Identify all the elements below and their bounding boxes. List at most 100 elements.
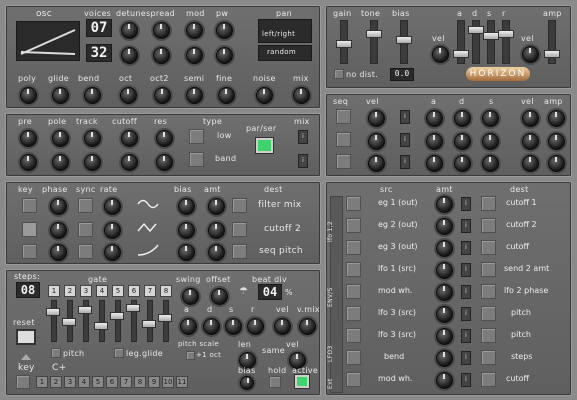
mod-row-1-src[interactable]: eg 1 (out)	[378, 198, 418, 207]
type-low-box[interactable]	[189, 129, 204, 144]
oct2-knob[interactable]	[154, 87, 171, 104]
mod-row-9-dest[interactable]: cutoff	[506, 374, 529, 383]
mix-knob[interactable]	[293, 87, 310, 104]
key-button-10[interactable]: 10	[162, 376, 174, 388]
env2-s-knob[interactable]	[482, 133, 499, 150]
env3-d-knob[interactable]	[454, 155, 471, 172]
mod-row-7-amt-knob[interactable]	[436, 328, 453, 345]
seq-bias-knob[interactable]	[240, 376, 254, 390]
filter-mix-button-2[interactable]: i	[298, 154, 308, 168]
bias-value-display[interactable]: 0.0	[390, 68, 414, 81]
mod-row-7-button[interactable]: i	[461, 329, 471, 343]
lfo1-key-box[interactable]	[22, 198, 37, 213]
spread-knob[interactable]	[153, 22, 170, 39]
decay-slider-cap[interactable]	[468, 26, 484, 34]
key-button-3[interactable]: 3	[64, 376, 76, 388]
seq-r-knob[interactable]	[247, 318, 264, 335]
mod-row-2-src-box[interactable]	[346, 218, 361, 233]
cutoff2-knob[interactable]	[121, 154, 138, 171]
mod-row-2-src[interactable]: eg 2 (out)	[378, 220, 418, 229]
mod-row-6-src-box[interactable]	[346, 306, 361, 321]
mod-row-1-button[interactable]: i	[461, 197, 471, 211]
cutoff-knob[interactable]	[121, 130, 138, 147]
lfo1-dest-text[interactable]: filter mix	[258, 200, 301, 210]
mod2-knob[interactable]	[186, 47, 203, 64]
gate-slider-5-cap[interactable]	[110, 312, 124, 320]
seq-vel-knob[interactable]	[274, 318, 291, 335]
gate-slider-8-cap[interactable]	[158, 314, 172, 322]
lfo-wave-sine-icon[interactable]	[136, 196, 160, 215]
detune2-knob[interactable]	[121, 47, 138, 64]
lfo-wave-triangle-icon[interactable]	[136, 220, 160, 239]
mod-row-8-dest-box[interactable]	[481, 350, 496, 365]
lfo3-bias-knob[interactable]	[178, 244, 195, 261]
seq-d-knob[interactable]	[203, 318, 220, 335]
glide-knob[interactable]	[52, 87, 69, 104]
mod-row-2-dest[interactable]: cutoff 2	[506, 220, 537, 229]
env2-button[interactable]: i	[400, 133, 410, 147]
mod-row-5-amt-knob[interactable]	[436, 284, 453, 301]
mod-row-5-src-box[interactable]	[346, 284, 361, 299]
reset-button[interactable]	[16, 329, 36, 345]
mod-row-6-src[interactable]: lfo 3 (src)	[378, 308, 416, 317]
mod-row-4-amt-knob[interactable]	[436, 262, 453, 279]
amp-slider-cap[interactable]	[544, 50, 560, 58]
lfo3-rate-knob[interactable]	[104, 244, 121, 261]
env1-a-knob[interactable]	[426, 110, 443, 127]
env-seq-box-1[interactable]	[336, 109, 351, 124]
gate-slider-5[interactable]	[115, 300, 121, 342]
lfo3-sync-box[interactable]	[78, 244, 93, 259]
key-button-11[interactable]: 11	[176, 376, 188, 388]
mod-row-9-src-box[interactable]	[346, 372, 361, 387]
track-knob[interactable]	[84, 130, 101, 147]
pole2-knob[interactable]	[52, 154, 69, 171]
mod-row-8-button[interactable]: i	[461, 351, 471, 365]
res2-knob[interactable]	[156, 154, 173, 171]
mod-row-8-src-box[interactable]	[346, 350, 361, 365]
step-button-2[interactable]: 2	[64, 285, 76, 297]
mod-row-1-dest[interactable]: cutoff 1	[506, 198, 537, 207]
step-button-7[interactable]: 7	[144, 285, 156, 297]
mod-row-4-dest-box[interactable]	[481, 262, 496, 277]
mod-row-3-src[interactable]: eg 3 (out)	[378, 242, 418, 251]
key-box-0[interactable]	[16, 375, 30, 389]
step-button-6[interactable]: 6	[128, 285, 140, 297]
release-slider[interactable]	[502, 20, 510, 64]
lfo3-key-box[interactable]	[22, 244, 37, 259]
pw2-knob[interactable]	[216, 47, 233, 64]
oct-plus-checkbox[interactable]	[186, 351, 195, 360]
env1-vel-knob[interactable]	[368, 110, 385, 127]
mod-row-6-dest-box[interactable]	[481, 306, 496, 321]
semi-knob[interactable]	[186, 87, 203, 104]
lfo1-phase-knob[interactable]	[50, 198, 67, 215]
gate-slider-3-cap[interactable]	[78, 306, 92, 314]
lfo2-bias-knob[interactable]	[178, 222, 195, 239]
lfo2-dest-text[interactable]: cutoff 2	[264, 224, 301, 234]
attack-slider-cap[interactable]	[453, 50, 469, 58]
mod-row-1-dest-box[interactable]	[481, 196, 496, 211]
key-button-5[interactable]: 5	[92, 376, 104, 388]
mod-row-4-src-box[interactable]	[346, 262, 361, 277]
key-button-1[interactable]: 1	[36, 376, 48, 388]
mod-knob[interactable]	[186, 22, 203, 39]
pw-knob[interactable]	[216, 22, 233, 39]
active-toggle[interactable]	[295, 375, 309, 388]
mod-row-2-amt-knob[interactable]	[436, 218, 453, 235]
lfo2-amt-knob[interactable]	[208, 222, 225, 239]
tone-slider[interactable]	[370, 20, 378, 64]
mod-row-9-src[interactable]: mod wh.	[378, 374, 412, 383]
env2-a-knob[interactable]	[426, 133, 443, 150]
mod-row-6-button[interactable]: i	[461, 307, 471, 321]
gate-slider-6-cap[interactable]	[126, 304, 140, 312]
env3-amp-knob[interactable]	[548, 155, 565, 172]
mod-row-3-amt-knob[interactable]	[436, 240, 453, 257]
mod-row-8-amt-knob[interactable]	[436, 350, 453, 367]
lfo2-rate-knob[interactable]	[104, 222, 121, 239]
lfo3-phase-knob[interactable]	[50, 244, 67, 261]
mod-row-5-button[interactable]: i	[461, 285, 471, 299]
gate-slider-1-cap[interactable]	[46, 308, 60, 316]
mod-row-9-button[interactable]: i	[461, 373, 471, 387]
lfo1-rate-knob[interactable]	[104, 198, 121, 215]
env1-d-knob[interactable]	[454, 110, 471, 127]
swing-knob[interactable]	[182, 288, 199, 305]
